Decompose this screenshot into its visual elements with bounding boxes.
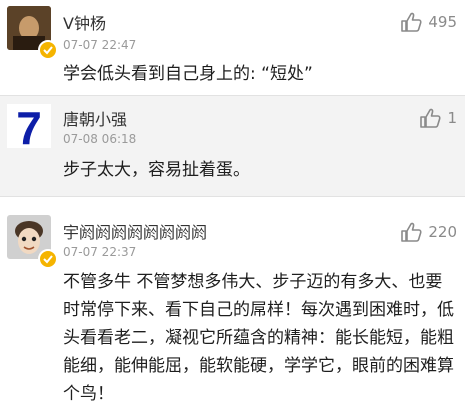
comment-item: V钟杨 07-07 22:47 学会低头看到自己身上的: “短处” 495 [0,0,465,96]
like-button[interactable]: 1 [419,108,457,128]
avatar[interactable]: 7 [7,104,51,148]
commenter-name[interactable]: V钟杨 [63,10,106,34]
comment-time: 07-07 22:47 [63,38,137,52]
thumbs-up-icon [400,222,422,242]
thumbs-up-icon [400,12,422,32]
like-count: 220 [428,223,457,241]
verified-badge-icon [38,40,58,60]
commenter-name[interactable]: 宇阏阏阏阏阏阏阏阏 [63,219,207,243]
svg-text:7: 7 [16,104,42,148]
thumbs-up-icon [419,108,441,128]
like-count: 1 [447,109,457,127]
comment-time: 07-07 22:37 [63,245,137,259]
like-count: 495 [428,13,457,31]
like-button[interactable]: 495 [400,12,457,32]
comment-text: 步子太大，容易扯着蛋。 [63,160,250,180]
like-button[interactable]: 220 [400,222,457,242]
comment-text: 学会低头看到自己身上的: “短处” [63,64,313,84]
comment-text: 不管多牛 不管梦想多伟大、步子迈的有多大、也要时常停下来、看下自己的屌样！每次遇… [63,272,454,404]
verified-badge-icon [38,249,58,269]
commenter-name[interactable]: 唐朝小强 [63,106,127,130]
comment-time: 07-08 06:18 [63,132,137,146]
